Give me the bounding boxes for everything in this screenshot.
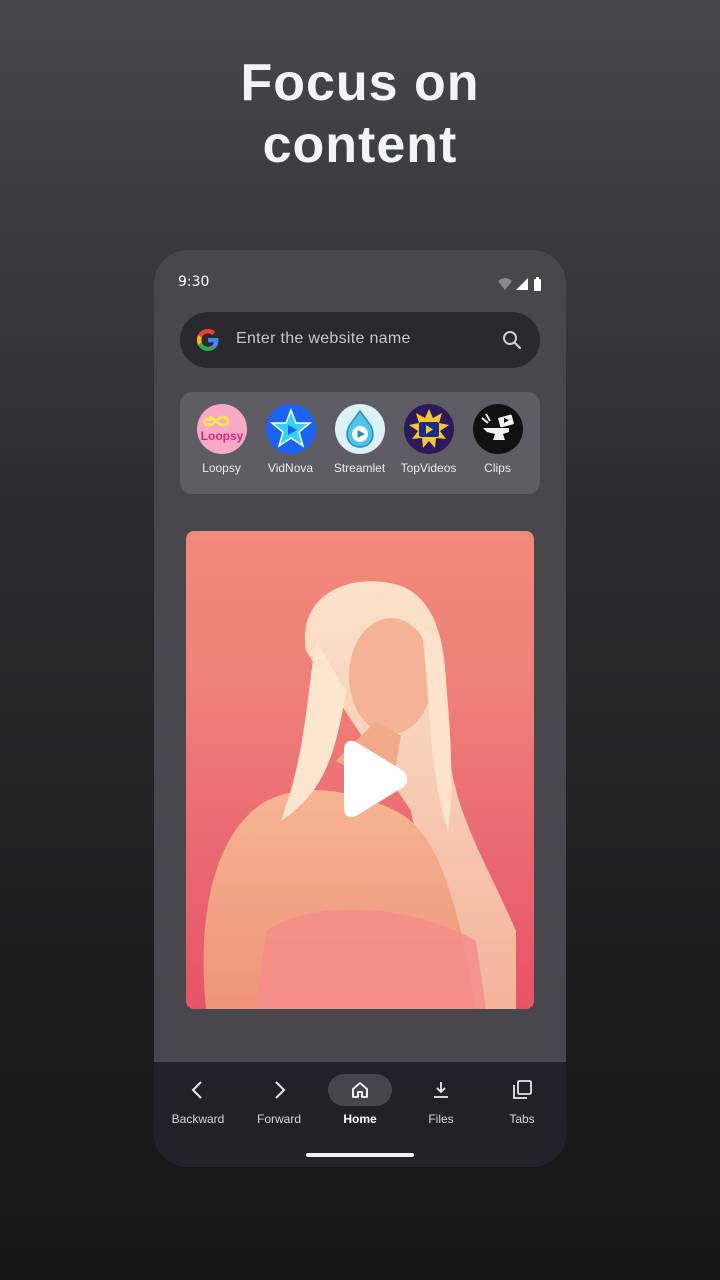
download-icon (434, 1082, 448, 1098)
nav-label: Backward (171, 1112, 225, 1126)
search-icon[interactable] (502, 330, 522, 350)
chevron-right-icon (275, 1081, 286, 1099)
nav-pill (409, 1074, 473, 1106)
nav-home[interactable]: Home (319, 1074, 401, 1134)
shortcut-topvideos[interactable]: TopVideos (394, 404, 463, 484)
topvideos-icon (403, 404, 454, 454)
video-card[interactable] (186, 531, 534, 1009)
shortcut-label: VidNova (267, 461, 314, 475)
vidnova-star-icon (265, 404, 316, 454)
play-icon[interactable] (336, 739, 410, 819)
shortcut-label: TopVideos (400, 461, 457, 475)
tabs-icon (513, 1080, 532, 1099)
chevron-left-icon (191, 1081, 202, 1099)
search-input[interactable]: Enter the website name (236, 330, 411, 348)
nav-pill-active (328, 1074, 392, 1106)
svg-text:Loopsy: Loopsy (200, 429, 243, 443)
shortcut-clips[interactable]: Clips (463, 404, 532, 484)
headline-line-2: content (262, 116, 458, 174)
nav-label: Tabs (509, 1112, 535, 1126)
wifi-icon (498, 278, 512, 290)
home-icon (352, 1082, 368, 1098)
shortcut-label: Streamlet (333, 461, 386, 475)
phone-frame: 9:30 Enter the website name Loopsy Loops… (154, 250, 566, 1167)
nav-backward[interactable]: Backward (157, 1074, 239, 1134)
gesture-home-indicator[interactable] (306, 1153, 414, 1157)
clips-icon (472, 404, 523, 454)
shortcut-label: Loopsy (202, 461, 241, 475)
shortcut-loopsy[interactable]: Loopsy Loopsy (187, 404, 256, 484)
streamlet-drop-icon (334, 404, 385, 454)
battery-icon (534, 279, 541, 291)
google-logo-icon (197, 329, 219, 351)
promo-headline: Focus on content (0, 52, 720, 176)
nav-pill (247, 1074, 311, 1106)
shortcuts-panel: Loopsy Loopsy VidNova Streamlet TopVideo… (180, 392, 540, 494)
nav-label: Files (428, 1112, 454, 1126)
nav-pill (166, 1074, 230, 1106)
nav-label: Forward (256, 1112, 301, 1126)
nav-label: Home (343, 1112, 377, 1126)
headline-line-1: Focus on (240, 54, 480, 112)
loopsy-icon: Loopsy (196, 404, 247, 454)
shortcut-streamlet[interactable]: Streamlet (325, 404, 394, 484)
nav-forward[interactable]: Forward (238, 1074, 320, 1134)
status-bar: 9:30 (154, 250, 566, 310)
status-icons (498, 277, 541, 291)
search-bar[interactable]: Enter the website name (180, 312, 540, 368)
nav-files[interactable]: Files (400, 1074, 482, 1134)
shortcut-label: Clips (484, 461, 511, 475)
signal-icon (516, 278, 528, 290)
nav-pill (490, 1074, 554, 1106)
status-time: 9:30 (178, 274, 210, 290)
nav-tabs[interactable]: Tabs (481, 1074, 563, 1134)
shortcut-vidnova[interactable]: VidNova (256, 404, 325, 484)
bottom-navigation: Backward Forward Home Files Tabs (154, 1062, 566, 1167)
